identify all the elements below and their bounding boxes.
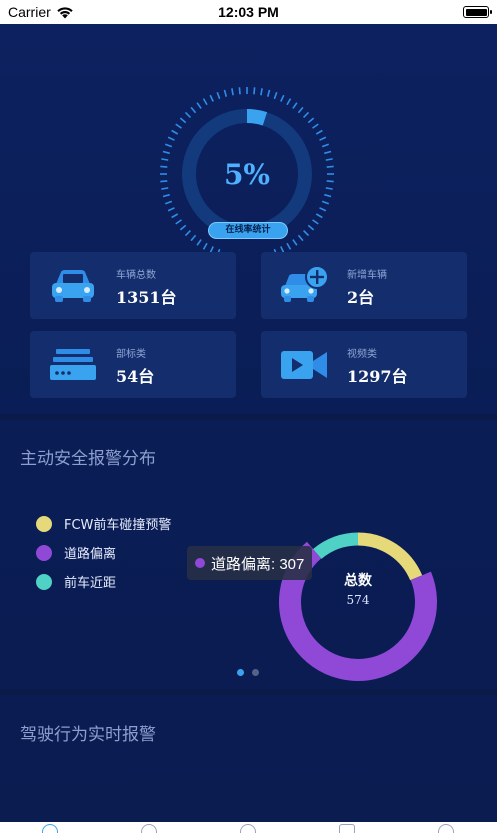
card-device-type[interactable]: 部标类 54台 bbox=[30, 331, 236, 398]
tab-user-icon[interactable] bbox=[141, 824, 157, 833]
clock: 12:03 PM bbox=[218, 4, 279, 20]
tab-alarm-icon[interactable] bbox=[240, 824, 256, 833]
legend-label: 道路偏离 bbox=[64, 547, 117, 562]
dashboard: 5% 在线率统计 车辆总数 1351台 新增车辆 2台 部标类 54台 视频类 … bbox=[0, 24, 497, 833]
video-type-label: 视频类 bbox=[347, 349, 377, 360]
total-vehicles-value: 1351台 bbox=[116, 288, 177, 307]
chart-pager[interactable] bbox=[237, 669, 259, 676]
legend-dot bbox=[36, 544, 52, 561]
legend-item-lane-departure[interactable]: 道路偏离 bbox=[36, 543, 116, 562]
car-add-icon bbox=[281, 265, 329, 302]
tooltip-dot bbox=[195, 558, 205, 568]
driving-section-title: 驾驶行为实时报警 bbox=[20, 725, 156, 745]
battery-icon bbox=[463, 6, 492, 18]
device-type-value: 54台 bbox=[116, 367, 155, 386]
tab-message-icon[interactable] bbox=[339, 824, 355, 833]
card-total-vehicles[interactable]: 车辆总数 1351台 bbox=[30, 252, 236, 319]
online-rate-label: 在线率统计 bbox=[208, 222, 288, 239]
chart-tooltip: 道路偏离: 307 bbox=[187, 546, 313, 580]
pager-dot[interactable] bbox=[252, 669, 259, 676]
status-bar: Carrier 12:03 PM bbox=[0, 0, 497, 24]
new-vehicles-value: 2台 bbox=[347, 288, 375, 307]
video-camera-icon bbox=[281, 351, 327, 379]
section-divider bbox=[0, 414, 497, 420]
video-type-value: 1297台 bbox=[347, 367, 408, 386]
alarm-section-title: 主动安全报警分布 bbox=[20, 449, 156, 469]
legend-dot bbox=[36, 573, 52, 590]
device-type-label: 部标类 bbox=[116, 349, 146, 360]
section-divider bbox=[0, 689, 497, 695]
tab-profile-icon[interactable] bbox=[438, 824, 454, 833]
device-icon bbox=[50, 349, 96, 380]
legend-item-close-following[interactable]: 前车近距 bbox=[36, 572, 116, 591]
pager-dot-active[interactable] bbox=[237, 669, 244, 676]
tooltip-text: 道路偏离: 307 bbox=[211, 555, 305, 573]
car-icon bbox=[52, 270, 94, 302]
legend-item-fcw[interactable]: FCW前车碰撞预警 bbox=[36, 514, 171, 533]
tab-bar bbox=[0, 822, 497, 833]
donut-slice-2[interactable] bbox=[313, 532, 359, 560]
card-video-type[interactable]: 视频类 1297台 bbox=[261, 331, 467, 398]
card-new-vehicles[interactable]: 新增车辆 2台 bbox=[261, 252, 467, 319]
total-vehicles-label: 车辆总数 bbox=[116, 270, 156, 281]
legend-label: 前车近距 bbox=[64, 576, 117, 591]
legend-label: FCW前车碰撞预警 bbox=[64, 518, 172, 533]
donut-center-total: 574 bbox=[346, 593, 370, 607]
new-vehicles-label: 新增车辆 bbox=[347, 270, 387, 281]
tab-home-icon[interactable] bbox=[42, 824, 58, 833]
legend-dot bbox=[36, 515, 52, 532]
